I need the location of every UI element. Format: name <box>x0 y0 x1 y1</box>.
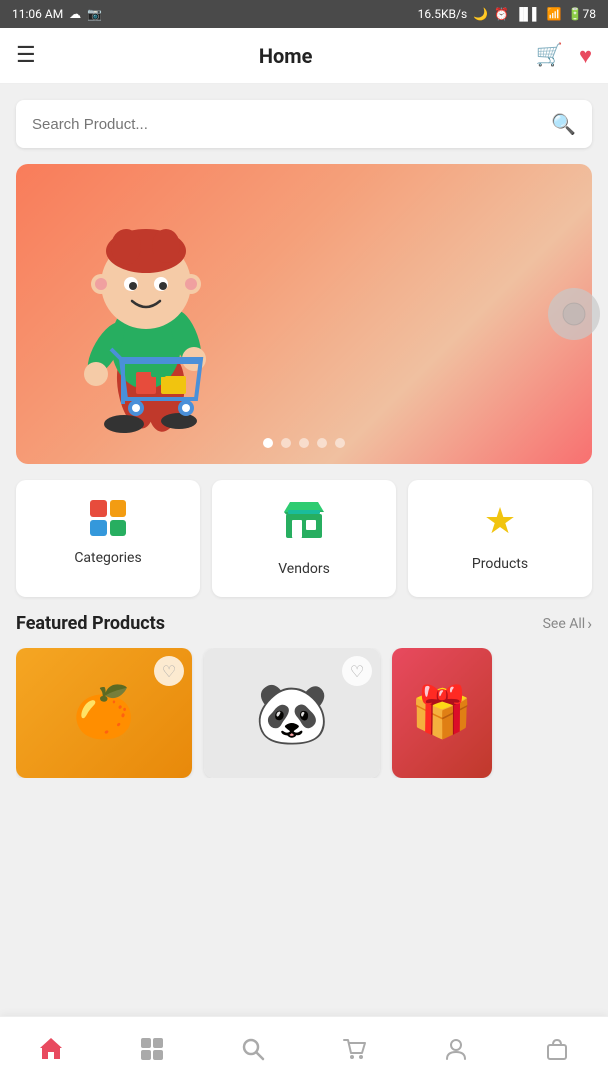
status-right: 16.5KB/s 🌙 ⏰ ▐▌▌ 📶 🔋78 <box>418 7 596 21</box>
dot-3[interactable] <box>299 438 309 448</box>
product-card-1[interactable]: 🍊 ♡ <box>16 648 192 778</box>
vendors-label: Vendors <box>278 561 330 577</box>
product-favorite-2[interactable]: ♡ <box>342 656 372 686</box>
dot-2[interactable] <box>281 438 291 448</box>
featured-title: Featured Products <box>16 613 165 634</box>
search-bar: 🔍 <box>16 100 592 148</box>
category-categories[interactable]: Categories <box>16 480 200 597</box>
menu-button[interactable]: ☰ <box>16 43 36 68</box>
signal-icon: ▐▌▌ <box>515 7 541 21</box>
chevron-right-icon: › <box>587 614 592 633</box>
dot-4[interactable] <box>317 438 327 448</box>
header: ☰ Home 🛒 ♥ <box>0 28 608 84</box>
category-products[interactable]: ★ Products <box>408 480 592 597</box>
header-actions: 🛒 ♥ <box>536 43 592 69</box>
wifi-icon: 📶 <box>547 7 562 21</box>
status-bar: 11:06 AM ☁ 📷 16.5KB/s 🌙 ⏰ ▐▌▌ 📶 🔋78 <box>0 0 608 28</box>
cart-button[interactable]: 🛒 <box>536 43 563 68</box>
products-row: 🍊 ♡ 🐼 ♡ 🎁 <box>16 648 592 778</box>
network-speed: 16.5KB/s <box>418 7 468 21</box>
product-image-3: 🎁 <box>392 648 492 778</box>
nav-profile[interactable] <box>405 1028 506 1070</box>
bottom-nav <box>0 1016 608 1080</box>
nav-home[interactable] <box>0 1028 101 1070</box>
products-label: Products <box>472 556 528 572</box>
dot-1[interactable] <box>263 438 273 448</box>
scroll-button[interactable] <box>548 288 600 340</box>
categories-row: Categories Vendors ★ Products <box>16 480 592 597</box>
featured-header: Featured Products See All › <box>16 613 592 634</box>
nav-search[interactable] <box>203 1028 304 1070</box>
product-favorite-1[interactable]: ♡ <box>154 656 184 686</box>
banner-container <box>16 164 592 464</box>
product-card-3[interactable]: 🎁 <box>392 648 492 778</box>
status-time: 11:06 AM <box>12 7 63 21</box>
banner-dots <box>263 438 345 448</box>
search-input[interactable] <box>32 116 551 133</box>
banner <box>16 164 592 464</box>
favorites-button[interactable]: ♥ <box>579 43 592 69</box>
category-vendors[interactable]: Vendors <box>212 480 396 597</box>
camera-icon: 📷 <box>87 7 102 21</box>
nav-bag[interactable] <box>507 1028 608 1070</box>
moon-icon: 🌙 <box>473 7 488 21</box>
cloud-icon: ☁ <box>69 7 81 21</box>
categories-label: Categories <box>74 550 141 566</box>
nav-cart[interactable] <box>304 1028 405 1070</box>
main-content: 🔍 <box>0 84 608 794</box>
banner-image <box>16 164 592 464</box>
banner-character <box>36 189 256 439</box>
alarm-icon: ⏰ <box>494 7 509 21</box>
nav-categories[interactable] <box>101 1028 202 1070</box>
see-all-button[interactable]: See All › <box>543 614 592 633</box>
page-title: Home <box>259 44 313 68</box>
search-icon[interactable]: 🔍 <box>551 112 576 136</box>
star-icon: ★ <box>484 500 516 542</box>
battery-icon: 🔋78 <box>568 7 596 21</box>
store-icon <box>284 500 324 547</box>
status-left: 11:06 AM ☁ 📷 <box>12 7 102 21</box>
product-card-2[interactable]: 🐼 ♡ <box>204 648 380 778</box>
grid-icon <box>90 500 126 536</box>
dot-5[interactable] <box>335 438 345 448</box>
